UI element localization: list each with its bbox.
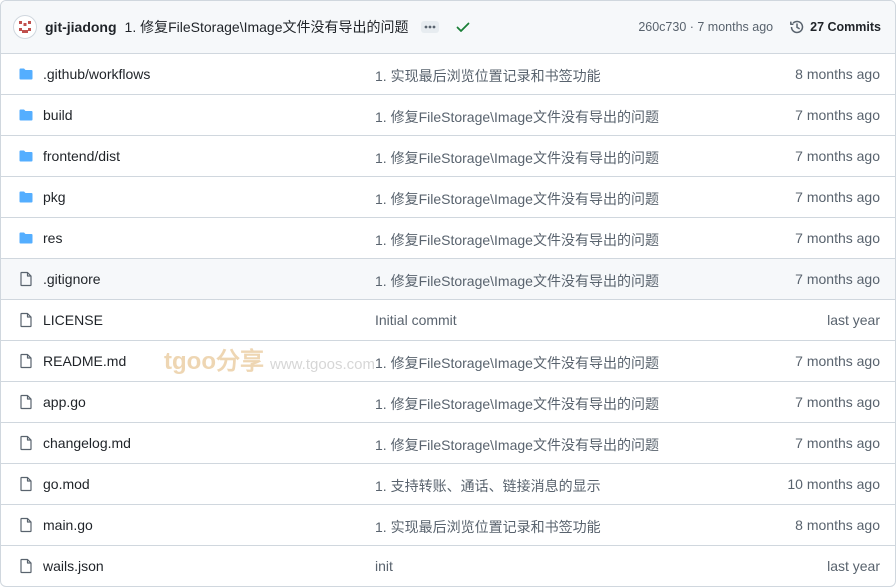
file-name-link[interactable]: res bbox=[43, 230, 62, 246]
file-icon bbox=[20, 517, 32, 533]
folder-icon bbox=[19, 232, 33, 244]
folder-icon bbox=[19, 150, 33, 162]
commit-message-link[interactable]: Initial commit bbox=[375, 312, 457, 328]
file-icon bbox=[20, 312, 32, 328]
file-name-link[interactable]: .github/workflows bbox=[43, 66, 150, 82]
latest-commit-message[interactable]: 1. 修复FileStorage\Image文件没有导出的问题 bbox=[125, 17, 409, 37]
commit-message-link[interactable]: 1. 修复FileStorage\Image文件没有导出的问题 bbox=[375, 189, 659, 209]
commit-message-link[interactable]: 1. 修复FileStorage\Image文件没有导出的问题 bbox=[375, 435, 659, 455]
file-row[interactable]: changelog.md 1. 修复FileStorage\Image文件没有导… bbox=[1, 423, 895, 464]
file-browser: git-jiadong 1. 修复FileStorage\Image文件没有导出… bbox=[0, 0, 896, 587]
commit-message-link[interactable]: 1. 修复FileStorage\Image文件没有导出的问题 bbox=[375, 271, 659, 291]
file-row[interactable]: LICENSE Initial commit last year bbox=[1, 300, 895, 341]
avatar-identicon bbox=[19, 21, 31, 33]
commits-link[interactable]: 27 Commits bbox=[789, 19, 881, 35]
file-name-link[interactable]: app.go bbox=[43, 394, 86, 410]
commit-message-link[interactable]: 1. 支持转账、通话、链接消息的显示 bbox=[375, 476, 601, 496]
commit-message-link[interactable]: 1. 修复FileStorage\Image文件没有导出的问题 bbox=[375, 394, 659, 414]
commit-age: 7 months ago bbox=[795, 353, 880, 369]
file-name-link[interactable]: pkg bbox=[43, 189, 66, 205]
file-name-link[interactable]: README.md bbox=[43, 353, 126, 369]
file-row[interactable]: frontend/dist 1. 修复FileStorage\Image文件没有… bbox=[1, 136, 895, 177]
commit-age: 8 months ago bbox=[795, 66, 880, 82]
commit-age: last year bbox=[827, 558, 880, 574]
commit-message-link[interactable]: init bbox=[375, 558, 393, 574]
commit-message-link[interactable]: 1. 修复FileStorage\Image文件没有导出的问题 bbox=[375, 148, 659, 168]
commit-age: 7 months ago bbox=[795, 394, 880, 410]
commit-age: 7 months ago bbox=[795, 148, 880, 164]
commit-age: 7 months ago bbox=[795, 107, 880, 123]
commits-count: 27 Commits bbox=[810, 20, 881, 34]
latest-commit-bar: git-jiadong 1. 修复FileStorage\Image文件没有导出… bbox=[1, 1, 895, 54]
commit-age: 7 months ago bbox=[795, 435, 880, 451]
file-name-link[interactable]: main.go bbox=[43, 517, 93, 533]
file-row[interactable]: go.mod 1. 支持转账、通话、链接消息的显示 10 months ago bbox=[1, 464, 895, 505]
commit-age: 7 months ago bbox=[795, 189, 880, 205]
file-name-link[interactable]: .gitignore bbox=[43, 271, 101, 287]
ellipsis-icon bbox=[424, 25, 435, 29]
file-icon bbox=[20, 353, 32, 369]
file-row[interactable]: .gitignore 1. 修复FileStorage\Image文件没有导出的… bbox=[1, 259, 895, 300]
commit-age: 8 months ago bbox=[795, 517, 880, 533]
commit-sha-age[interactable]: 260c730 · 7 months ago bbox=[638, 20, 773, 34]
file-name-link[interactable]: wails.json bbox=[43, 558, 104, 574]
file-row[interactable]: README.md 1. 修复FileStorage\Image文件没有导出的问… bbox=[1, 341, 895, 382]
commit-message-link[interactable]: 1. 修复FileStorage\Image文件没有导出的问题 bbox=[375, 353, 659, 373]
file-row[interactable]: build 1. 修复FileStorage\Image文件没有导出的问题 7 … bbox=[1, 95, 895, 136]
file-icon bbox=[20, 558, 32, 574]
file-name-link[interactable]: frontend/dist bbox=[43, 148, 120, 164]
file-row[interactable]: main.go 1. 实现最后浏览位置记录和书签功能 8 months ago bbox=[1, 505, 895, 546]
folder-icon bbox=[19, 109, 33, 121]
check-status-icon[interactable] bbox=[455, 19, 471, 35]
commit-message-link[interactable]: 1. 修复FileStorage\Image文件没有导出的问题 bbox=[375, 107, 659, 127]
commit-author-link[interactable]: git-jiadong bbox=[45, 19, 117, 35]
file-icon bbox=[20, 394, 32, 410]
file-name-link[interactable]: build bbox=[43, 107, 73, 123]
file-row[interactable]: .github/workflows 1. 实现最后浏览位置记录和书签功能 8 m… bbox=[1, 54, 895, 95]
commit-message-link[interactable]: 1. 实现最后浏览位置记录和书签功能 bbox=[375, 66, 601, 86]
file-row[interactable]: pkg 1. 修复FileStorage\Image文件没有导出的问题 7 mo… bbox=[1, 177, 895, 218]
file-icon bbox=[20, 271, 32, 287]
commit-message-link[interactable]: 1. 修复FileStorage\Image文件没有导出的问题 bbox=[375, 230, 659, 250]
file-icon bbox=[20, 476, 32, 492]
folder-icon bbox=[19, 191, 33, 203]
file-name-link[interactable]: go.mod bbox=[43, 476, 90, 492]
expand-commit-button[interactable] bbox=[420, 21, 439, 33]
file-list: .github/workflows 1. 实现最后浏览位置记录和书签功能 8 m… bbox=[1, 54, 895, 586]
commit-age: last year bbox=[827, 312, 880, 328]
commit-age: 10 months ago bbox=[787, 476, 880, 492]
commit-message-link[interactable]: 1. 实现最后浏览位置记录和书签功能 bbox=[375, 517, 601, 537]
author-avatar[interactable] bbox=[13, 15, 37, 39]
folder-icon bbox=[19, 68, 33, 80]
commit-age: 7 months ago bbox=[795, 230, 880, 246]
file-icon bbox=[20, 435, 32, 451]
file-name-link[interactable]: changelog.md bbox=[43, 435, 131, 451]
file-name-link[interactable]: LICENSE bbox=[43, 312, 103, 328]
commit-age: 7 months ago bbox=[795, 271, 880, 287]
file-row[interactable]: app.go 1. 修复FileStorage\Image文件没有导出的问题 7… bbox=[1, 382, 895, 423]
history-icon bbox=[790, 20, 804, 34]
file-row[interactable]: wails.json init last year bbox=[1, 546, 895, 586]
file-row[interactable]: res 1. 修复FileStorage\Image文件没有导出的问题 7 mo… bbox=[1, 218, 895, 259]
